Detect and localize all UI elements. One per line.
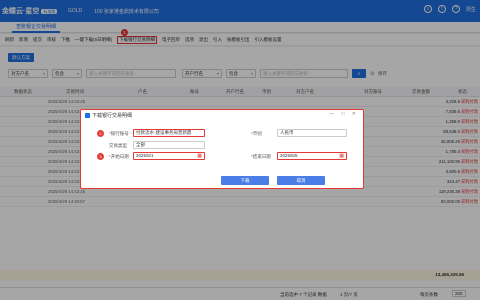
step-badge-2: 2 — [97, 130, 104, 137]
download-button[interactable]: 下载 — [221, 176, 269, 185]
start-date-label: *开始日期 — [109, 154, 129, 159]
calendar-icon[interactable]: ▦ — [197, 153, 202, 159]
end-date-field[interactable]: 2025/5/5 ▦ — [277, 152, 347, 160]
calendar-icon[interactable]: ▦ — [339, 153, 344, 159]
step-badge-3: 3 — [97, 153, 104, 160]
end-date-label: *结束日期 — [251, 154, 271, 159]
type-label: 交易类型 — [109, 143, 127, 148]
window-controls[interactable]: — □ ✕ — [329, 111, 359, 117]
start-date-field[interactable]: 2025/5/1 ▦ — [133, 152, 205, 160]
currency-field[interactable]: 人民币 — [277, 129, 347, 137]
account-label: *银行账号 — [109, 131, 129, 136]
dialog-title: 下载银行交易明细 — [85, 112, 132, 119]
type-field[interactable]: 全部 — [133, 141, 205, 149]
download-dialog: 下载银行交易明细 — □ ✕ 2 *银行账号 付款流水-建设事务局普新鼎 *币别… — [80, 109, 364, 189]
cancel-button[interactable]: 取消 — [277, 176, 325, 185]
currency-label: *币别 — [251, 131, 262, 136]
account-field[interactable]: 付款流水-建设事务局普新鼎 — [133, 129, 205, 137]
